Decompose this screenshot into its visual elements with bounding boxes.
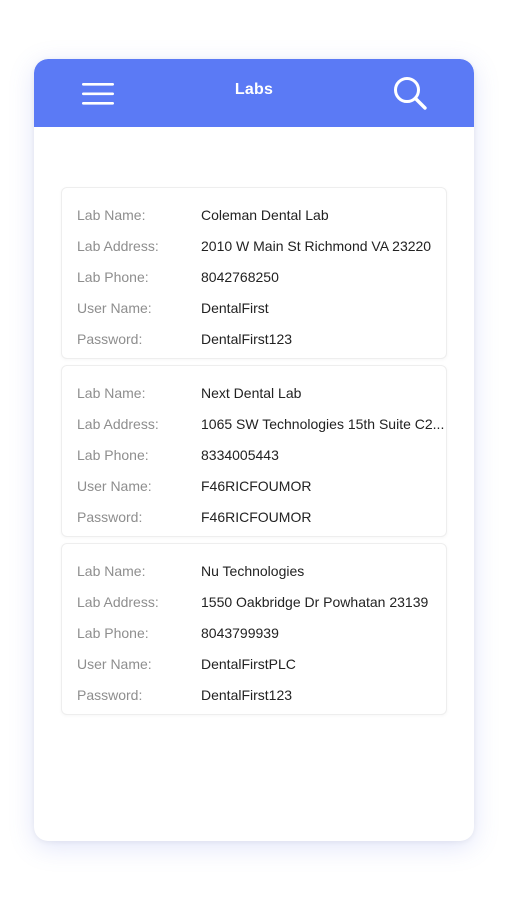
password-value: DentalFirst123 xyxy=(201,330,293,347)
user-name-value: DentalFirstPLC xyxy=(201,655,296,672)
password-value: DentalFirst123 xyxy=(201,686,293,703)
user-name-row: User Name: DentalFirst xyxy=(62,292,446,323)
user-name-label: User Name: xyxy=(77,299,152,316)
lab-address-label: Lab Address: xyxy=(77,415,159,432)
lab-address-label: Lab Address: xyxy=(77,593,159,610)
lab-phone-label: Lab Phone: xyxy=(77,268,149,285)
password-value: F46RICFOUMOR xyxy=(201,508,312,525)
user-name-row: User Name: F46RICFOUMOR xyxy=(62,470,446,501)
lab-card[interactable]: Lab Name: Next Dental Lab Lab Address: 1… xyxy=(61,365,447,537)
lab-name-value: Coleman Dental Lab xyxy=(201,206,329,223)
lab-address-value: 1550 Oakbridge Dr Powhatan 23139 xyxy=(201,593,429,610)
lab-address-label: Lab Address: xyxy=(77,237,159,254)
lab-name-label: Lab Name: xyxy=(77,206,146,223)
lab-phone-row: Lab Phone: 8043799939 xyxy=(62,617,446,648)
lab-name-label: Lab Name: xyxy=(77,384,146,401)
lab-phone-value: 8042768250 xyxy=(201,268,279,285)
lab-address-row: Lab Address: 1065 SW Technologies 15th S… xyxy=(62,408,446,439)
password-label: Password: xyxy=(77,508,143,525)
lab-card[interactable]: Lab Name: Nu Technologies Lab Address: 1… xyxy=(61,543,447,715)
user-name-row: User Name: DentalFirstPLC xyxy=(62,648,446,679)
lab-name-value: Next Dental Lab xyxy=(201,384,302,401)
lab-address-row: Lab Address: 2010 W Main St Richmond VA … xyxy=(62,230,446,261)
app-screen: Labs Lab Name: Coleman Dental Lab Lab Ad… xyxy=(34,59,474,841)
user-name-label: User Name: xyxy=(77,477,152,494)
app-header: Labs xyxy=(34,59,474,127)
password-row: Password: DentalFirst123 xyxy=(62,323,446,354)
user-name-value: DentalFirst xyxy=(201,299,269,316)
lab-address-value: 1065 SW Technologies 15th Suite C2... xyxy=(201,415,445,432)
lab-phone-row: Lab Phone: 8042768250 xyxy=(62,261,446,292)
lab-name-label: Lab Name: xyxy=(77,562,146,579)
lab-address-value: 2010 W Main St Richmond VA 23220 xyxy=(201,237,432,254)
password-label: Password: xyxy=(77,686,143,703)
lab-phone-value: 8334005443 xyxy=(201,446,279,463)
lab-card[interactable]: Lab Name: Coleman Dental Lab Lab Address… xyxy=(61,187,447,359)
lab-list: Lab Name: Coleman Dental Lab Lab Address… xyxy=(61,187,447,721)
lab-phone-label: Lab Phone: xyxy=(77,624,149,641)
password-row: Password: F46RICFOUMOR xyxy=(62,501,446,532)
user-name-value: F46RICFOUMOR xyxy=(201,477,312,494)
lab-name-row: Lab Name: Next Dental Lab xyxy=(62,377,446,408)
password-label: Password: xyxy=(77,330,143,347)
password-row: Password: DentalFirst123 xyxy=(62,679,446,710)
lab-phone-label: Lab Phone: xyxy=(77,446,149,463)
lab-phone-row: Lab Phone: 8334005443 xyxy=(62,439,446,470)
lab-name-value: Nu Technologies xyxy=(201,562,305,579)
user-name-label: User Name: xyxy=(77,655,152,672)
lab-phone-value: 8043799939 xyxy=(201,624,279,641)
lab-name-row: Lab Name: Nu Technologies xyxy=(62,555,446,586)
lab-name-row: Lab Name: Coleman Dental Lab xyxy=(62,199,446,230)
search-icon[interactable] xyxy=(390,73,430,113)
lab-address-row: Lab Address: 1550 Oakbridge Dr Powhatan … xyxy=(62,586,446,617)
